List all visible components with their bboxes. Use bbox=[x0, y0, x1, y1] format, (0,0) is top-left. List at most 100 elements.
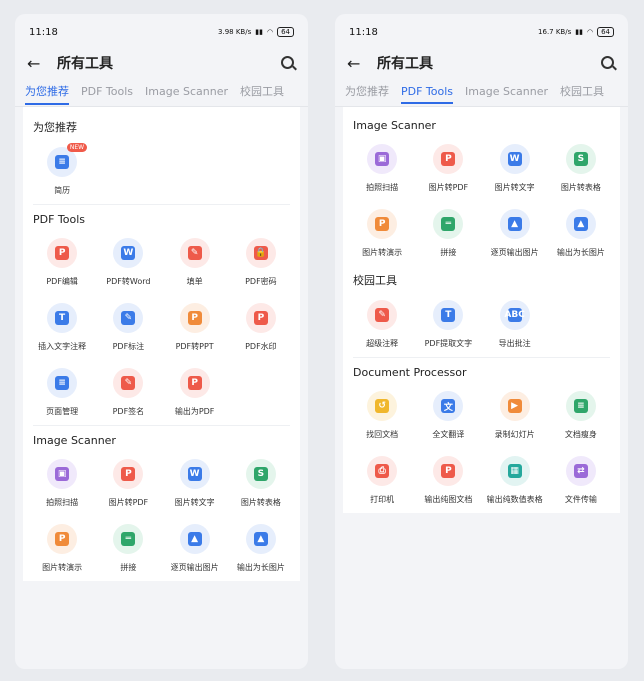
tool-icon: ✎ bbox=[367, 300, 398, 330]
tool-item[interactable]: ▶ 录制幻灯片 bbox=[482, 391, 548, 440]
tool-item[interactable]: ═ 拼接 bbox=[95, 524, 161, 573]
tool-item[interactable]: P 图片转演示 bbox=[349, 209, 415, 258]
tool-icon: P bbox=[245, 303, 276, 333]
tool-label: PDF转Word bbox=[106, 277, 151, 286]
tab-image-scanner[interactable]: Image Scanner bbox=[465, 79, 548, 104]
arrow-left-icon[interactable]: ← bbox=[27, 54, 57, 73]
tool-item[interactable]: ≡ 文档瘦身 bbox=[548, 391, 614, 440]
signal-icon: ▮▮ bbox=[255, 28, 263, 36]
tab-campus-tools[interactable]: 校园工具 bbox=[240, 77, 284, 105]
tool-item[interactable]: ▲ 逐页输出图片 bbox=[162, 524, 228, 573]
tool-icon: ⇄ bbox=[565, 456, 596, 486]
tool-icon: ▶ bbox=[499, 391, 530, 421]
tab-pdf-tools[interactable]: PDF Tools bbox=[81, 79, 133, 104]
tool-icon: ▲ bbox=[245, 524, 276, 554]
tool-label: PDF密码 bbox=[245, 277, 277, 286]
tool-item[interactable]: S 图片转表格 bbox=[548, 144, 614, 193]
tab-campus-tools[interactable]: 校园工具 bbox=[560, 77, 604, 105]
tool-glyph: ≡ bbox=[55, 376, 70, 390]
tool-label: 图片转文字 bbox=[494, 183, 535, 192]
tool-item[interactable]: P 图片转PDF bbox=[415, 144, 481, 193]
tab-image-scanner[interactable]: Image Scanner bbox=[145, 79, 228, 104]
tool-icon: P bbox=[433, 456, 464, 486]
tool-glyph: P bbox=[187, 311, 202, 325]
tool-icon: ▲ bbox=[179, 524, 210, 554]
tool-item[interactable]: P PDF转PPT bbox=[162, 303, 228, 352]
tool-icon: ▣ bbox=[47, 459, 78, 489]
tool-item[interactable]: P 输出纯图文档 bbox=[415, 456, 481, 505]
tool-item[interactable]: ▣ 拍照扫描 bbox=[29, 459, 95, 508]
tool-glyph: P bbox=[441, 464, 456, 478]
tool-glyph: P bbox=[55, 246, 70, 260]
tab-pdf-tools[interactable]: PDF Tools bbox=[401, 79, 454, 104]
tool-glyph: ▲ bbox=[573, 217, 588, 231]
tool-item[interactable]: P 图片转PDF bbox=[95, 459, 161, 508]
tool-glyph: ▲ bbox=[253, 532, 268, 546]
section-title-image-scanner: Image Scanner bbox=[353, 119, 436, 132]
tool-item[interactable]: ═ 拼接 bbox=[415, 209, 481, 258]
phone-screen-right: 11:18 16.7 KB/s ▮▮ ◠ 64 ← 所有工具 为您推荐 PDF … bbox=[335, 14, 628, 669]
tool-glyph: P bbox=[441, 152, 456, 166]
tool-icon: ▲ bbox=[499, 209, 530, 239]
tool-glyph: P bbox=[187, 376, 202, 390]
tool-glyph: ⎙ bbox=[375, 464, 390, 478]
tool-item[interactable]: ≡ NEW 简历 bbox=[29, 143, 95, 196]
tool-item[interactable]: ⇄ 文件传输 bbox=[548, 456, 614, 505]
tool-item[interactable]: T PDF提取文字 bbox=[415, 300, 481, 349]
tool-item[interactable]: ABC 导出批注 bbox=[482, 300, 548, 349]
tool-item[interactable]: ✎ PDF签名 bbox=[95, 368, 161, 417]
tool-item[interactable]: P PDF编辑 bbox=[29, 238, 95, 287]
tool-item[interactable]: ▣ 拍照扫描 bbox=[349, 144, 415, 193]
tool-item[interactable]: W PDF转Word bbox=[95, 238, 161, 287]
tool-label: 输出为长图片 bbox=[236, 563, 285, 572]
tool-item[interactable]: ⎙ 打印机 bbox=[349, 456, 415, 505]
tool-item[interactable]: S 图片转表格 bbox=[228, 459, 294, 508]
tab-recommend[interactable]: 为您推荐 bbox=[25, 77, 69, 105]
tool-label: 逐页输出图片 bbox=[490, 248, 539, 257]
tool-item[interactable]: W 图片转文字 bbox=[162, 459, 228, 508]
tool-item[interactable]: P PDF水印 bbox=[228, 303, 294, 352]
tool-item[interactable]: T 插入文字注释 bbox=[29, 303, 95, 352]
tool-icon: W bbox=[113, 238, 144, 268]
tool-icon: ✎ bbox=[113, 368, 144, 398]
divider bbox=[33, 204, 290, 205]
arrow-left-icon[interactable]: ← bbox=[347, 54, 377, 73]
tool-item[interactable]: ≡ 页面管理 bbox=[29, 368, 95, 417]
tool-label: 输出纯数值表格 bbox=[486, 495, 543, 504]
tool-icon: T bbox=[47, 303, 78, 333]
tool-icon: P bbox=[47, 524, 78, 554]
app-bar: ← 所有工具 bbox=[15, 50, 308, 76]
battery-icon: 64 bbox=[277, 27, 294, 37]
tab-recommend[interactable]: 为您推荐 bbox=[345, 77, 389, 105]
tool-item[interactable]: P 输出为PDF bbox=[162, 368, 228, 417]
tool-label: 图片转文字 bbox=[174, 498, 215, 507]
search-icon[interactable] bbox=[280, 55, 296, 71]
tool-item[interactable]: 文全文翻译 bbox=[415, 391, 481, 440]
tool-glyph: P bbox=[121, 467, 136, 481]
tool-item[interactable]: ▦ 输出纯数值表格 bbox=[482, 456, 548, 505]
tool-glyph: ▲ bbox=[507, 217, 522, 231]
tool-glyph: S bbox=[573, 152, 588, 166]
tool-label: 图片转表格 bbox=[240, 498, 281, 507]
tool-item[interactable]: ▲ 输出为长图片 bbox=[228, 524, 294, 573]
tool-glyph: S bbox=[253, 467, 268, 481]
tool-item[interactable]: ✎ 填单 bbox=[162, 238, 228, 287]
section-title-recommend: 为您推荐 bbox=[33, 121, 77, 134]
search-icon[interactable] bbox=[600, 55, 616, 71]
tool-icon: P bbox=[179, 303, 210, 333]
tool-item[interactable]: ✎ 超级注释 bbox=[349, 300, 415, 349]
tool-item[interactable]: ↺ 找回文档 bbox=[349, 391, 415, 440]
tool-item[interactable]: ▲ 输出为长图片 bbox=[548, 209, 614, 258]
tool-item[interactable]: W 图片转文字 bbox=[482, 144, 548, 193]
tool-icon: ⎙ bbox=[367, 456, 398, 486]
section-title-campus-tools: 校园工具 bbox=[353, 274, 397, 287]
tool-item[interactable]: ✎ PDF标注 bbox=[95, 303, 161, 352]
tool-item[interactable]: P 图片转演示 bbox=[29, 524, 95, 573]
tool-item[interactable]: 🔒 PDF密码 bbox=[228, 238, 294, 287]
tool-glyph: W bbox=[507, 152, 522, 166]
page-title: 所有工具 bbox=[377, 56, 433, 72]
tool-item[interactable]: ▲ 逐页输出图片 bbox=[482, 209, 548, 258]
network-speed: 3.98 KB/s bbox=[218, 28, 252, 36]
tool-icon: W bbox=[499, 144, 530, 174]
tool-icon: ≡ bbox=[565, 391, 596, 421]
